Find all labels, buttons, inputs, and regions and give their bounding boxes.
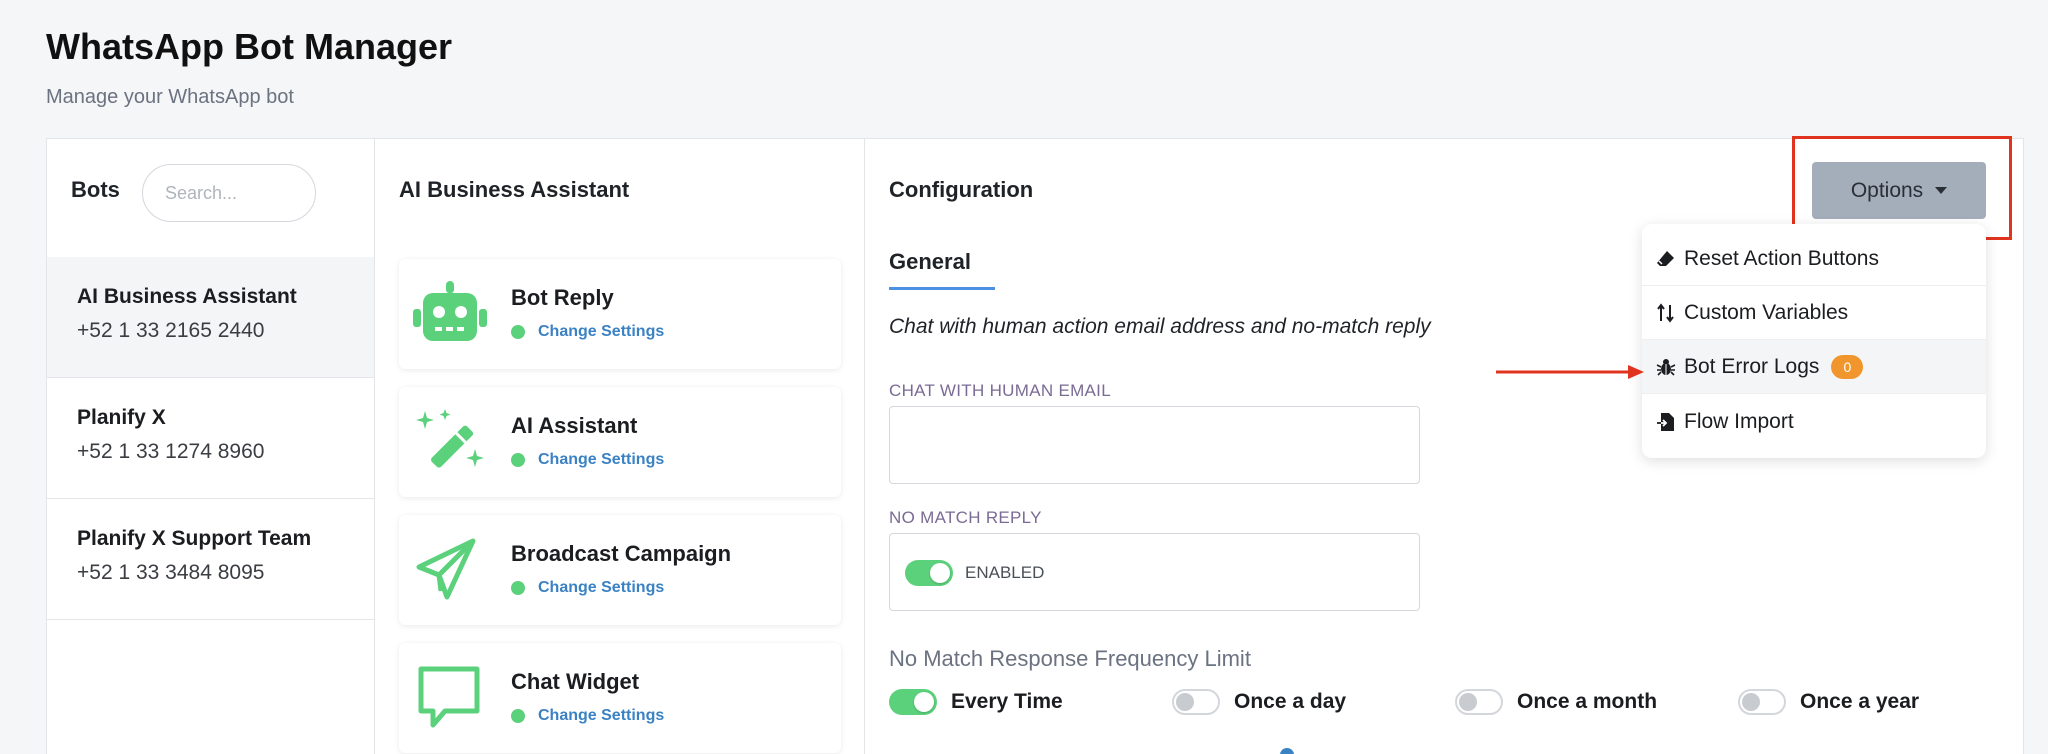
frequency-limit-title: No Match Response Frequency Limit	[889, 646, 1251, 671]
frequency-option-once-a-day[interactable]: Once a day	[1172, 689, 1346, 715]
bot-search-input[interactable]	[142, 164, 316, 222]
caret-down-icon	[1935, 187, 1948, 194]
menu-card-chat-widget[interactable]: Chat Widget Change Settings	[399, 643, 841, 753]
once-a-month-toggle[interactable]	[1455, 689, 1503, 715]
frequency-option-once-a-month[interactable]: Once a month	[1455, 689, 1657, 715]
card-title: Broadcast Campaign	[511, 541, 732, 566]
card-title: Bot Reply	[511, 285, 614, 310]
bots-panel: Bots AI Business Assistant +52 1 33 2165…	[46, 138, 375, 754]
sort-arrows-icon	[1657, 302, 1674, 323]
bot-menu-panel: AI Business Assistant Bot Reply Change S…	[374, 138, 865, 754]
status-dot	[511, 453, 525, 467]
no-match-reply-label: NO MATCH REPLY	[889, 508, 1042, 527]
status-dot	[511, 709, 525, 723]
frequency-option-every-time[interactable]: Every Time	[889, 689, 1063, 715]
change-settings-link[interactable]: Change Settings	[511, 323, 664, 341]
error-count-badge: 0	[1831, 354, 1864, 379]
menu-card-ai-assistant[interactable]: AI Assistant Change Settings	[399, 387, 841, 497]
arrow-annotation-icon	[1496, 365, 1644, 379]
once-a-year-toggle[interactable]	[1738, 689, 1786, 715]
bots-title: Bots	[71, 177, 120, 202]
bot-name: Planify X Support Team	[77, 527, 312, 550]
options-dropdown-menu: Reset Action Buttons Custom Variables Bo…	[1642, 224, 1986, 458]
menu-item-bot-error-logs[interactable]: Bot Error Logs 0	[1642, 340, 1986, 394]
section-description: Chat with human action email address and…	[889, 315, 1431, 338]
no-match-reply-toggle[interactable]	[905, 560, 953, 586]
frequency-option-once-a-year[interactable]: Once a year	[1738, 689, 1919, 715]
every-time-toggle[interactable]	[889, 689, 937, 715]
bot-phone: +52 1 33 1274 8960	[77, 440, 265, 463]
card-title: Chat Widget	[511, 669, 640, 694]
status-dot	[511, 581, 525, 595]
bot-phone: +52 1 33 2165 2440	[77, 319, 265, 342]
bot-item-planify-x[interactable]: Planify X +52 1 33 1274 8960	[47, 378, 374, 499]
menu-item-reset-action-buttons[interactable]: Reset Action Buttons	[1642, 232, 1986, 286]
card-title: AI Assistant	[511, 413, 638, 438]
bot-item-planify-x-support-team[interactable]: Planify X Support Team +52 1 33 3484 809…	[47, 499, 374, 620]
bot-list: AI Business Assistant +52 1 33 2165 2440…	[47, 257, 374, 620]
configuration-title: Configuration	[889, 177, 1034, 202]
bot-name: Planify X	[77, 406, 166, 429]
options-button[interactable]: Options	[1812, 162, 1986, 219]
bot-item-ai-business-assistant[interactable]: AI Business Assistant +52 1 33 2165 2440	[47, 257, 374, 378]
file-import-icon	[1657, 413, 1674, 431]
menu-card-broadcast-campaign[interactable]: Broadcast Campaign Change Settings	[399, 515, 841, 625]
no-match-reply-state: ENABLED	[965, 563, 1045, 582]
page-subtitle: Manage your WhatsApp bot	[46, 86, 294, 108]
menu-item-flow-import[interactable]: Flow Import	[1642, 394, 1986, 450]
chat-with-human-email-field[interactable]	[889, 406, 1420, 484]
bot-phone: +52 1 33 3484 8095	[77, 561, 265, 584]
change-settings-link[interactable]: Change Settings	[511, 579, 664, 597]
no-match-reply-box: ENABLED	[889, 533, 1420, 611]
chat-bubble-icon	[418, 666, 480, 728]
once-a-day-toggle[interactable]	[1172, 689, 1220, 715]
change-settings-link[interactable]: Change Settings	[511, 451, 664, 469]
status-dot	[511, 325, 525, 339]
email-field-label: CHAT WITH HUMAN EMAIL	[889, 381, 1111, 400]
menu-item-custom-variables[interactable]: Custom Variables	[1642, 286, 1986, 340]
menu-card-bot-reply[interactable]: Bot Reply Change Settings	[399, 259, 841, 369]
tab-general[interactable]: General	[889, 249, 995, 290]
change-settings-link[interactable]: Change Settings	[511, 707, 664, 725]
bot-name: AI Business Assistant	[77, 285, 297, 308]
magic-wand-icon	[416, 409, 484, 468]
eraser-icon	[1657, 250, 1674, 266]
bug-icon	[1656, 358, 1676, 376]
selected-bot-title: AI Business Assistant	[399, 177, 630, 202]
paper-plane-icon	[416, 538, 476, 600]
page-title: WhatsApp Bot Manager	[46, 26, 453, 67]
robot-icon	[413, 281, 487, 341]
